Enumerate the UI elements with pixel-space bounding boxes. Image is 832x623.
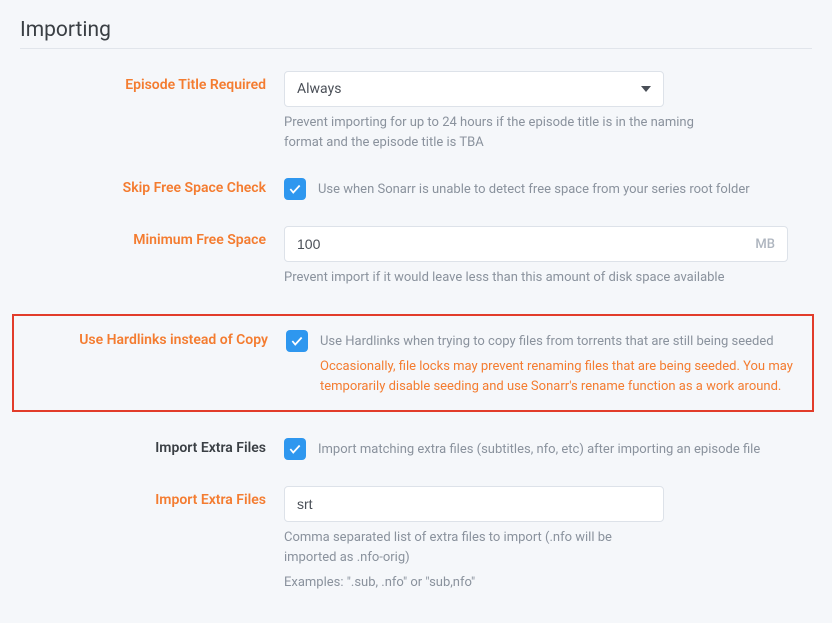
input-min-free-space[interactable] <box>297 236 755 252</box>
help-extra-files-2: Examples: ".sub, .nfo" or "sub,nfo" <box>284 573 804 593</box>
label-import-extra-toggle: Import Extra Files <box>155 440 266 456</box>
help-min-free-space: Prevent import if it would leave less th… <box>284 268 764 288</box>
help-import-extra-toggle: Import matching extra files (subtitles, … <box>318 438 760 460</box>
warn-hardlinks: Occasionally, file locks may prevent ren… <box>320 357 804 396</box>
row-skip-free-space: Skip Free Space Check Use when Sonarr is… <box>20 178 812 200</box>
help-hardlinks: Use Hardlinks when trying to copy files … <box>320 330 804 352</box>
checkbox-import-extra[interactable] <box>284 438 306 460</box>
help-skip-free-space: Use when Sonarr is unable to detect free… <box>318 178 750 200</box>
check-icon <box>290 334 304 348</box>
check-icon <box>288 182 302 196</box>
help-extra-files-1: Comma separated list of extra files to i… <box>284 528 664 567</box>
row-min-free-space: Minimum Free Space MB Prevent import if … <box>20 226 812 288</box>
help-episode-title-required: Prevent importing for up to 24 hours if … <box>284 113 704 152</box>
checkbox-skip-free-space[interactable] <box>284 178 306 200</box>
input-extra-files[interactable] <box>297 496 651 512</box>
select-value: Always <box>297 81 341 97</box>
row-hardlinks: Use Hardlinks instead of Copy Use Hardli… <box>12 314 814 413</box>
caret-down-icon <box>641 86 651 92</box>
input-wrap-min-free-space: MB <box>284 226 788 262</box>
section-divider <box>20 48 812 49</box>
label-episode-title-required: Episode Title Required <box>125 77 266 93</box>
label-skip-free-space: Skip Free Space Check <box>123 180 266 196</box>
unit-min-free-space: MB <box>755 237 775 252</box>
select-episode-title-required[interactable]: Always <box>284 71 664 107</box>
input-wrap-extra-files <box>284 486 664 522</box>
row-import-extra-toggle: Import Extra Files Import matching extra… <box>20 438 812 460</box>
row-import-extra-files: Import Extra Files Comma separated list … <box>20 486 812 593</box>
row-episode-title-required: Episode Title Required Always Prevent im… <box>20 71 812 152</box>
label-hardlinks: Use Hardlinks instead of Copy <box>79 332 268 348</box>
check-icon <box>288 442 302 456</box>
section-title: Importing <box>20 18 812 42</box>
label-import-extra-files: Import Extra Files <box>155 492 266 508</box>
checkbox-hardlinks[interactable] <box>286 330 308 352</box>
label-min-free-space: Minimum Free Space <box>133 232 266 248</box>
importing-section: Importing Episode Title Required Always … <box>0 0 832 623</box>
